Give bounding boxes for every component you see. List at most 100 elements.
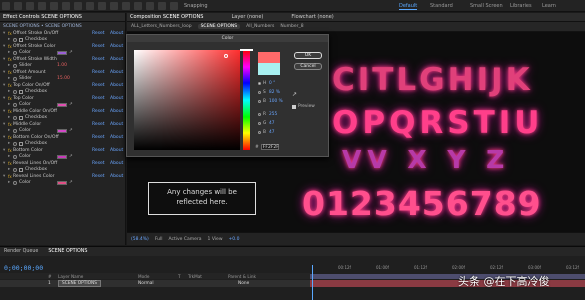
layer-name[interactable]: SCENE OPTIONS [58, 280, 101, 287]
about-link[interactable]: About [110, 70, 125, 75]
stopwatch-icon[interactable] [13, 128, 17, 133]
layer-parent-dropdown[interactable]: None [238, 281, 249, 286]
effect-row[interactable]: ▾ fx Middle Color On/Off Reset About [0, 108, 125, 115]
zoom-tool-icon[interactable] [38, 1, 46, 10]
home-icon[interactable] [2, 1, 10, 10]
cancel-button[interactable]: Cancel [294, 63, 322, 70]
reset-link[interactable]: Reset [92, 161, 110, 166]
effect-row[interactable]: ▾ fx Bottom Color Reset About [0, 147, 125, 154]
reset-link[interactable]: Reset [92, 31, 110, 36]
effect-row[interactable]: ▾ fx Top Color On/Off Reset About [0, 82, 125, 89]
about-link[interactable]: About [110, 31, 125, 36]
shape-tool-icon[interactable] [86, 1, 94, 10]
reset-link[interactable]: Reset [92, 44, 110, 49]
stopwatch-icon[interactable] [13, 141, 17, 146]
about-link[interactable]: About [110, 109, 125, 114]
about-link[interactable]: About [110, 122, 125, 127]
color-field[interactable] [134, 50, 240, 150]
effect-row[interactable]: ▾ fx Offset Amount Reset About [0, 69, 125, 76]
tab-scene-options[interactable]: SCENE OPTIONS [48, 249, 87, 254]
time-ruler[interactable]: 00:12f 01:00f 01:12f 02:00f 02:12f 03:00f 03:1… [310, 265, 585, 273]
stopwatch-icon[interactable] [13, 167, 17, 172]
ok-button[interactable]: OK [294, 52, 322, 59]
hue-slider-handle[interactable] [240, 49, 253, 51]
about-link[interactable]: About [110, 174, 125, 179]
channel-value[interactable]: 255 [269, 112, 285, 117]
stopwatch-icon[interactable] [13, 180, 17, 185]
channel-value[interactable]: 0 ° [269, 81, 285, 86]
breadcrumb-item[interactable]: ALL_Letters_Numbers_loop [131, 24, 192, 29]
reset-link[interactable]: Reset [92, 70, 110, 75]
effect-property-row[interactable]: ▸ Color ↗ [0, 180, 125, 187]
about-link[interactable]: About [110, 44, 125, 49]
eraser-tool-icon[interactable] [146, 1, 154, 10]
hue-slider[interactable] [243, 50, 250, 150]
checkbox-icon[interactable] [19, 89, 23, 94]
color-swatch[interactable] [57, 180, 67, 185]
radio-button[interactable] [258, 130, 261, 134]
tab-effect-controls[interactable]: Effect Controls SCENE OPTIONS [3, 14, 82, 20]
workspace-standard[interactable]: Standard [430, 3, 453, 9]
color-swatch[interactable] [57, 50, 67, 55]
view-layout-dropdown[interactable]: 1 View [208, 237, 223, 242]
effect-row[interactable]: ▾ fx Reveal Lines Color Reset About [0, 173, 125, 180]
checkbox-icon[interactable] [19, 115, 23, 120]
reset-link[interactable]: Reset [92, 122, 110, 127]
reset-link[interactable]: Reset [92, 109, 110, 114]
stopwatch-icon[interactable] [13, 63, 17, 68]
quality-dropdown[interactable]: Full [155, 237, 163, 242]
radio-button[interactable] [258, 112, 261, 116]
roto-tool-icon[interactable] [158, 1, 166, 10]
channel-value[interactable]: 82 % [269, 90, 285, 95]
radio-button[interactable] [258, 90, 261, 94]
effect-row[interactable]: ▾ fx Bottom Color On/Off Reset About [0, 134, 125, 141]
preview-checkbox[interactable]: Preview [292, 104, 315, 109]
stopwatch-icon[interactable] [13, 76, 17, 81]
zoom-dropdown[interactable]: (58.4%) [131, 237, 149, 242]
effect-row[interactable]: ▾ fx Top Color Reset About [0, 95, 125, 102]
color-swatch[interactable] [57, 154, 67, 159]
workspace-libraries[interactable]: Libraries [510, 3, 532, 9]
checkbox-icon[interactable] [19, 37, 23, 42]
channel-value[interactable]: 47 [269, 121, 285, 126]
original-color-swatch[interactable] [258, 63, 280, 75]
tab-layer[interactable]: Layer (none) [231, 14, 263, 20]
hand-tool-icon[interactable] [26, 1, 34, 10]
tab-composition[interactable]: Composition SCENE OPTIONS [130, 14, 203, 20]
reset-link[interactable]: Reset [92, 57, 110, 62]
tab-render-queue[interactable]: Render Queue [4, 249, 38, 254]
camera-dropdown[interactable]: Active Camera [169, 237, 202, 242]
rotate-tool-icon[interactable] [50, 1, 58, 10]
checkbox-icon[interactable] [292, 104, 296, 109]
reset-link[interactable]: Reset [92, 135, 110, 140]
layer-row[interactable]: 1 SCENE OPTIONS Normal None [0, 280, 310, 287]
stopwatch-icon[interactable] [13, 115, 17, 120]
about-link[interactable]: About [110, 96, 125, 101]
pen-tool-icon[interactable] [98, 1, 106, 10]
stopwatch-icon[interactable] [13, 50, 17, 55]
color-swatch[interactable] [57, 128, 67, 133]
workspace-default[interactable]: Default [399, 3, 418, 10]
reset-link[interactable]: Reset [92, 83, 110, 88]
workspace-learn[interactable]: Learn [542, 3, 556, 9]
brush-tool-icon[interactable] [122, 1, 130, 10]
stopwatch-icon[interactable] [13, 37, 17, 42]
eyedropper-icon[interactable]: ↗ [69, 102, 73, 107]
about-link[interactable]: About [110, 161, 125, 166]
color-field-cursor[interactable] [224, 54, 228, 58]
playhead[interactable] [312, 265, 313, 300]
radio-button[interactable] [258, 81, 261, 85]
eyedropper-icon[interactable]: ↗ [69, 154, 73, 159]
color-swatch[interactable] [57, 102, 67, 107]
stopwatch-icon[interactable] [13, 102, 17, 107]
property-value[interactable]: 15.00 [57, 76, 70, 81]
workspace-small-screen[interactable]: Small Screen [470, 3, 503, 9]
reset-link[interactable]: Reset [92, 96, 110, 101]
about-link[interactable]: About [110, 135, 125, 140]
effect-row[interactable]: ▾ fx Offset Stroke Width Reset About [0, 56, 125, 63]
property-value[interactable]: 1.00 [57, 63, 67, 68]
effect-row[interactable]: ▾ fx Offset Stroke Color Reset About [0, 43, 125, 50]
hex-input[interactable]: FF2F2F [260, 144, 279, 150]
breadcrumb-item[interactable]: All_Numbers [246, 24, 274, 29]
radio-button[interactable] [258, 121, 261, 125]
